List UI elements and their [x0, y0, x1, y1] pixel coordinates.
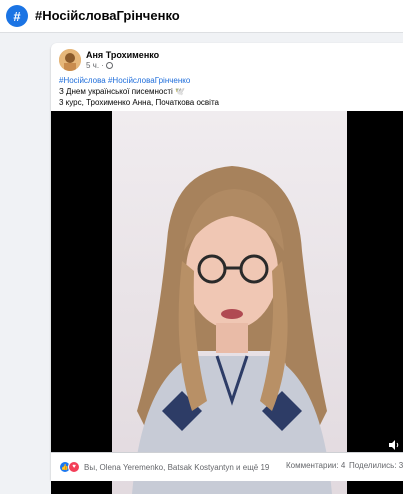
post-time[interactable]: 5 ч. [86, 61, 99, 70]
post-footer: 👍 ♥ Вы, Olena Yeremenko, Batsak Kostyant… [51, 452, 403, 481]
post-hashtags-line: #Носійслова #НосійсловаГрінченко [59, 75, 389, 86]
hashtag-link[interactable]: #НосійсловаГрінченко [108, 76, 190, 85]
reactions[interactable]: 👍 ♥ Вы, Olena Yeremenko, Batsak Kostyant… [60, 461, 269, 473]
hashtag-link[interactable]: #Носійслова [59, 76, 106, 85]
volume-icon[interactable] [388, 437, 400, 450]
post-line: 3 курс, Трохименко Анна, Початкова освіт… [59, 98, 219, 107]
comments-count[interactable]: Комментарии: 4 [286, 461, 345, 470]
hashtag-header: # #НосійсловаГрінченко [0, 0, 403, 33]
shares-count[interactable]: Поделились: 3 [349, 461, 403, 470]
video-frame[interactable] [112, 111, 347, 494]
hashtag-title[interactable]: #НосійсловаГрінченко [35, 8, 180, 23]
hashtag-icon[interactable]: # [6, 5, 28, 27]
post-meta: 5 ч. · [86, 61, 113, 70]
post-author[interactable]: Аня Трохименко [86, 50, 159, 60]
globe-icon [105, 62, 113, 69]
meta-separator: · [101, 61, 104, 70]
reactions-text[interactable]: Вы, Olena Yeremenko, Batsak Kostyantyn и… [84, 463, 269, 472]
love-reaction-icon: ♥ [68, 461, 80, 473]
avatar[interactable] [59, 49, 81, 71]
post-card: Аня Трохименко 5 ч. · #Носійслова #Носій… [51, 43, 403, 494]
post-line: З Днем української писемності 🕊️ [59, 87, 185, 96]
post-text: #Носійслова #НосійсловаГрінченко З Днем … [59, 75, 389, 108]
